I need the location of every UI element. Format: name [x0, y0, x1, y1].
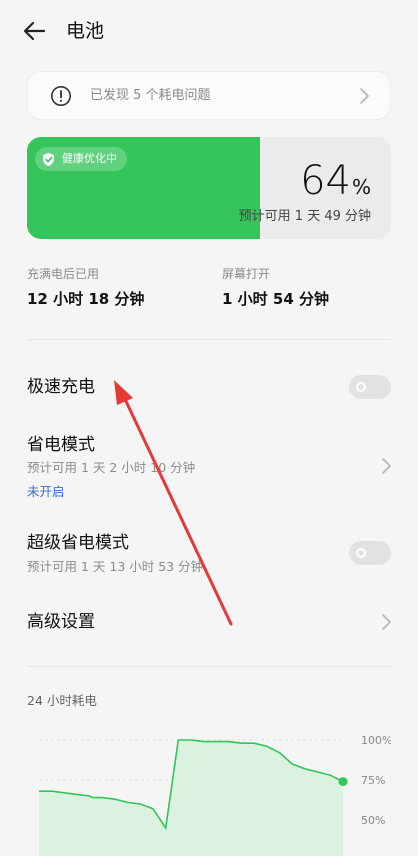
health-optimizing-label: 健康优化中 — [62, 152, 117, 165]
screen-on-value: 1 小时 54 分钟 — [222, 290, 329, 308]
since-full-charge-value: 12 小时 18 分钟 — [27, 290, 145, 308]
shield-check-icon — [43, 152, 54, 166]
fast-charge-toggle[interactable] — [349, 375, 391, 399]
super-power-saving-estimate: 预计可用 1 天 13 小时 53 分钟 — [27, 559, 204, 574]
power-saving-title: 省电模式 — [27, 435, 95, 455]
advanced-settings-title: 高级设置 — [27, 612, 95, 632]
battery-estimate: 预计可用 1 天 49 分钟 — [238, 209, 371, 224]
power-saving-estimate: 预计可用 1 天 2 小时 10 分钟 — [27, 460, 196, 475]
super-power-saving-title: 超级省电模式 — [27, 533, 129, 553]
fast-charge-title: 极速充电 — [27, 377, 95, 397]
battery-usage-chart-svg: 100% 75% 50% — [39, 734, 392, 856]
power-issues-text: 已发现 5 个耗电问题 — [90, 88, 211, 103]
advanced-settings-row[interactable]: 高级设置 — [0, 602, 418, 642]
power-saving-status: 未开启 — [27, 484, 65, 499]
y-tick-label: 100% — [361, 734, 391, 747]
toggle-knob — [356, 382, 366, 392]
battery-level-card: 健康优化中 64 % 预计可用 1 天 49 分钟 — [27, 137, 391, 239]
battery-usage-chart: 100% 75% 50% — [27, 728, 392, 856]
usage-section-label: 24 小时耗电 — [27, 693, 97, 708]
health-optimizing-badge[interactable]: 健康优化中 — [35, 147, 127, 171]
alert-circle-icon — [51, 86, 71, 106]
y-tick-label: 75% — [361, 774, 385, 787]
fast-charge-row[interactable]: 极速充电 — [0, 366, 418, 408]
super-power-saving-row[interactable]: 超级省电模式 预计可用 1 天 13 小时 53 分钟 — [0, 528, 418, 582]
back-button[interactable] — [20, 18, 50, 44]
chevron-right-icon — [382, 458, 391, 474]
page-title: 电池 — [66, 20, 105, 42]
chevron-right-icon — [360, 88, 369, 104]
divider — [27, 666, 391, 667]
chevron-right-icon — [382, 614, 391, 630]
since-full-charge-label: 充满电后已用 — [27, 267, 100, 281]
battery-percentage-value: 64 — [300, 158, 351, 204]
battery-percentage-sign: % — [351, 175, 371, 199]
power-issues-card[interactable]: 已发现 5 个耗电问题 — [27, 71, 391, 120]
battery-percentage: 64 % — [300, 159, 371, 203]
toggle-knob — [356, 548, 366, 558]
y-tick-label: 50% — [361, 814, 385, 827]
usage-area-fill — [39, 740, 343, 856]
divider — [27, 339, 391, 340]
screen-on-label: 屏幕打开 — [222, 267, 271, 281]
super-power-saving-toggle[interactable] — [349, 541, 391, 565]
power-saving-row[interactable]: 省电模式 预计可用 1 天 2 小时 10 分钟 未开启 — [0, 428, 418, 506]
arrow-left-icon — [23, 21, 46, 41]
current-level-dot — [338, 777, 348, 787]
